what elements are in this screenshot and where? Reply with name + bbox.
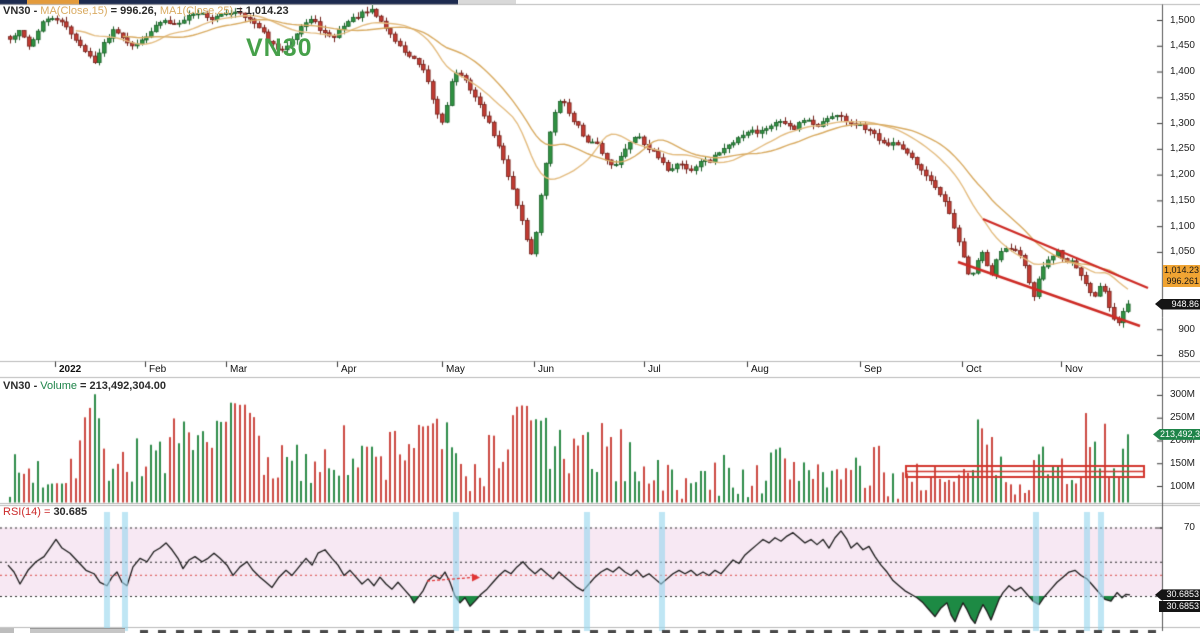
price-last-value-badge: 1,014.23 xyxy=(1163,265,1200,276)
volume-legend: VN30 - Volume = 213,492,304.00 xyxy=(3,380,166,392)
chart-window: VN30 - MA(Close,15) = 996.26, MA1(Close,… xyxy=(0,0,1200,633)
price-axis-label: 1,200 xyxy=(1135,169,1195,180)
time-axis-label: Jul xyxy=(648,364,661,375)
volume-axis-label: 300M xyxy=(1135,389,1195,400)
price-axis-label: 1,300 xyxy=(1135,118,1195,129)
price-axis-label: 1,250 xyxy=(1135,143,1195,154)
price-axis-label: 1,500 xyxy=(1135,15,1195,26)
volume-panel[interactable] xyxy=(0,378,1162,503)
rsi-panel[interactable] xyxy=(0,505,1162,628)
price-axis-label: 1,150 xyxy=(1135,195,1195,206)
time-axis-label: May xyxy=(446,364,465,375)
volume-axis-label: 250M xyxy=(1135,412,1195,423)
price-axis-label: 1,050 xyxy=(1135,246,1195,257)
volume-axis-label: 150M xyxy=(1135,458,1195,469)
price-axis-label: 850 xyxy=(1135,349,1195,360)
price-legend: VN30 - MA(Close,15) = 996.26, MA1(Close,… xyxy=(3,5,289,17)
price-axis-label: 1,100 xyxy=(1135,221,1195,232)
volume-value: = 213,492,304.00 xyxy=(77,380,166,392)
volume-axis-label: 100M xyxy=(1135,481,1195,492)
scrollbar-corner xyxy=(0,628,14,633)
price-axis-label: 1,450 xyxy=(1135,40,1195,51)
price-panel[interactable] xyxy=(0,5,1162,361)
time-axis-label: Mar xyxy=(230,364,247,375)
time-axis-label: 2022 xyxy=(59,364,81,375)
time-axis-label: Oct xyxy=(966,364,982,375)
price-last-value-badge: 996.261 xyxy=(1163,276,1200,287)
volume-label: Volume xyxy=(40,380,77,392)
rsi-label: RSI(14) = xyxy=(3,506,53,518)
rsi-last-value-badge: 30.6853 xyxy=(1159,601,1200,612)
price-axis-label: 900 xyxy=(1135,324,1195,335)
price-last-value-badge: 948.86 xyxy=(1155,299,1200,310)
time-axis-label: Apr xyxy=(341,364,357,375)
rsi-value: 30.685 xyxy=(53,506,87,518)
time-axis-label: Jun xyxy=(538,364,554,375)
ma25-value: = 1,014.23 xyxy=(233,5,288,17)
symbol-label: VN30 - xyxy=(3,5,40,17)
price-axis-label: 1,350 xyxy=(1135,92,1195,103)
ma15-value: = 996.26, xyxy=(108,5,160,17)
ma25-label: MA1(Close,25) xyxy=(160,5,233,17)
rsi-axis-label: 70 xyxy=(1135,522,1195,533)
time-axis-label: Aug xyxy=(751,364,769,375)
vn30-watermark: VN30 xyxy=(246,34,313,63)
ma15-label: MA(Close,15) xyxy=(40,5,107,17)
time-axis-label: Feb xyxy=(149,364,166,375)
time-axis-label: Nov xyxy=(1065,364,1083,375)
volume-last-value-badge: 213,492,3 xyxy=(1153,429,1200,440)
symbol-label: VN30 - xyxy=(3,380,40,392)
rsi-last-value-badge: 30.6853 xyxy=(1155,589,1200,600)
rsi-legend: RSI(14) = 30.685 xyxy=(3,506,87,518)
price-axis-label: 1,400 xyxy=(1135,66,1195,77)
horizontal-scrollbar-thumb[interactable] xyxy=(30,628,125,633)
time-axis-label: Sep xyxy=(864,364,882,375)
